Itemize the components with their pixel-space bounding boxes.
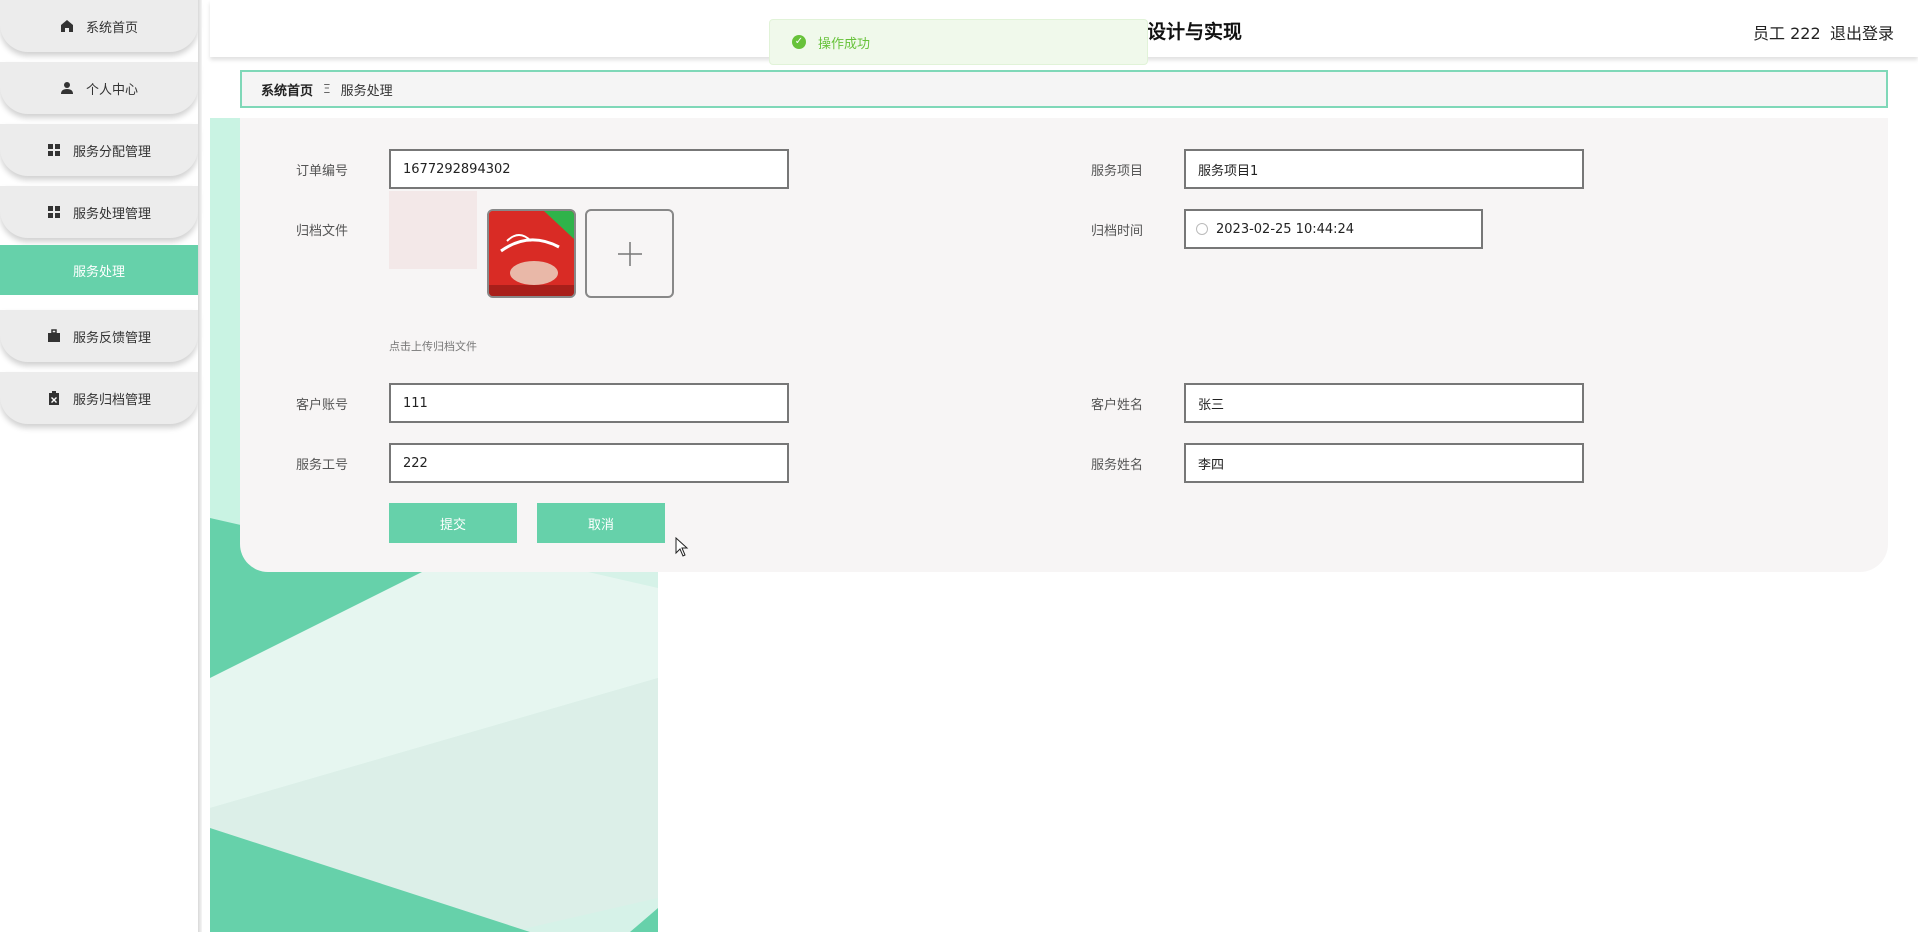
breadcrumb: 系统首页 Ξ 服务处理	[240, 70, 1888, 108]
check-circle-icon: ✓	[792, 35, 806, 49]
logout-link[interactable]: 退出登录	[1830, 20, 1894, 44]
order-no-label: 订单编号	[296, 164, 349, 179]
sidebar-item-service-archive[interactable]: 服务归档管理	[0, 372, 198, 424]
clock-icon	[1196, 223, 1208, 235]
customer-account-label: 客户账号	[296, 398, 349, 413]
sidebar-item-label: 个人中心	[85, 82, 138, 98]
success-toast: ✓ 操作成功	[769, 19, 1148, 65]
staff-no-field[interactable]	[389, 443, 789, 483]
user-icon	[60, 82, 73, 94]
page-title: 设计与实现	[1147, 21, 1243, 43]
sidebar-item-home[interactable]: 系统首页	[0, 0, 198, 52]
sidebar-divider	[198, 0, 202, 932]
clipboard-icon	[48, 391, 59, 405]
archive-time-value: 2023-02-25 10:44:24	[1216, 221, 1355, 237]
staff-name-label: 服务姓名	[1091, 458, 1144, 473]
home-icon	[60, 20, 73, 32]
toast-message: 操作成功	[818, 36, 871, 52]
cancel-button[interactable]: 取消	[537, 503, 665, 543]
sidebar-item-service-process-mgmt[interactable]: 服务处理管理	[0, 186, 198, 238]
upload-tip: 点击上传归档文件	[389, 340, 477, 353]
archive-time-label: 归档时间	[1091, 224, 1144, 239]
breadcrumb-separator: Ξ	[323, 82, 331, 96]
staff-name-field[interactable]	[1184, 443, 1584, 483]
order-no-field[interactable]	[389, 149, 789, 189]
sidebar-subitem-service-process[interactable]: 服务处理	[0, 245, 198, 295]
mouse-cursor-icon	[675, 537, 689, 557]
sidebar-item-label: 服务归档管理	[72, 392, 151, 408]
customer-name-label: 客户姓名	[1091, 398, 1144, 413]
sidebar-item-service-feedback[interactable]: 服务反馈管理	[0, 310, 198, 362]
sidebar-item-profile[interactable]: 个人中心	[0, 62, 198, 114]
service-item-field[interactable]	[1184, 149, 1584, 189]
service-item-label: 服务项目	[1091, 164, 1144, 179]
archive-file-thumbnail[interactable]	[487, 209, 576, 298]
briefcase-icon	[47, 329, 60, 342]
breadcrumb-current: 服务处理	[340, 83, 393, 99]
staff-no-label: 服务工号	[296, 458, 349, 473]
sidebar-item-label: 服务分配管理	[72, 144, 151, 160]
sidebar-item-service-assign[interactable]: 服务分配管理	[0, 124, 198, 176]
sidebar-item-label: 系统首页	[85, 20, 138, 36]
archive-image	[489, 211, 574, 296]
sidebar-item-label: 服务反馈管理	[72, 330, 151, 346]
sidebar-item-label: 服务处理管理	[72, 206, 151, 222]
upload-button[interactable]	[585, 209, 674, 298]
current-user: 员工 222	[1753, 24, 1821, 43]
sidebar-item-label: 服务处理	[72, 264, 125, 280]
submit-button[interactable]: 提交	[389, 503, 517, 543]
grid-icon	[47, 144, 60, 156]
archive-file-thumbnail-faded	[389, 191, 477, 269]
archive-time-picker[interactable]: 2023-02-25 10:44:24	[1184, 209, 1483, 249]
archive-file-label: 归档文件	[296, 224, 349, 239]
customer-name-field[interactable]	[1184, 383, 1584, 423]
breadcrumb-home[interactable]: 系统首页	[261, 80, 313, 99]
customer-account-field[interactable]	[389, 383, 789, 423]
plus-icon	[617, 241, 642, 266]
grid-icon	[47, 206, 60, 218]
sidebar: 系统首页 个人中心 服务分配管理 服务处理管理 服务处理 服务反馈管理 服务归档…	[0, 0, 198, 932]
